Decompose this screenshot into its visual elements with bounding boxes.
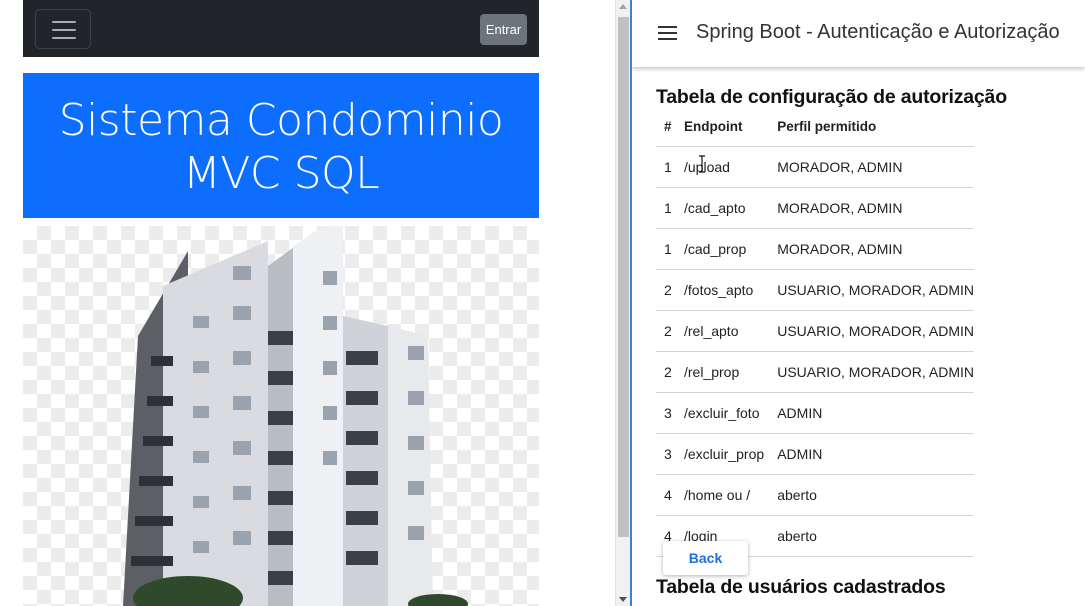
column-header: Endpoint: [676, 108, 770, 147]
table-row: 2/rel_prop USUARIO, MORADOR, ADMIN: [656, 351, 974, 393]
right-app-pane: Spring Boot - Autenticação e Autorização…: [632, 0, 1085, 606]
cell-level: 4: [656, 474, 676, 516]
cell-endpoint: /fotos_apto: [676, 269, 770, 311]
hero-title-line-1: Sistema Condominio: [58, 95, 504, 146]
text-cursor-icon: [699, 155, 705, 173]
app-title: Spring Boot - Autenticação e Autorização: [696, 21, 1060, 43]
cell-endpoint: /cad_apto: [676, 187, 770, 229]
cell-level: 3: [656, 392, 676, 434]
hero-title-line-2: MVC SQL: [182, 148, 380, 199]
table-row: 4/home ou / aberto: [656, 474, 974, 516]
hero-banner: Sistema Condominio MVC SQL: [23, 73, 539, 218]
cell-profile: aberto: [769, 515, 974, 557]
scroll-up-arrow-icon[interactable]: [619, 4, 627, 9]
scroll-down-arrow-icon[interactable]: [619, 597, 627, 602]
cell-endpoint: /cad_prop: [676, 228, 770, 270]
cell-level: 3: [656, 433, 676, 475]
cell-endpoint: /home ou /: [676, 474, 770, 516]
cell-profile: USUARIO, MORADOR, ADMIN: [769, 310, 974, 352]
table-row: 3/excluir_foto ADMIN: [656, 392, 974, 434]
cell-level: 2: [656, 269, 676, 311]
table-header-row: # Endpoint Perfil permitido: [656, 108, 974, 147]
hamburger-icon: [52, 21, 76, 23]
cell-profile: ADMIN: [769, 433, 974, 475]
left-pane-scrollbar[interactable]: [615, 0, 630, 606]
cell-profile: MORADOR, ADMIN: [769, 228, 974, 270]
authorization-table: # Endpoint Perfil permitido 1/upload MORA…: [656, 108, 974, 557]
column-header: #: [656, 108, 676, 147]
cell-profile: aberto: [769, 474, 974, 516]
table-row: 2/rel_apto USUARIO, MORADOR, ADMIN: [656, 310, 974, 352]
scrollbar-thumb[interactable]: [618, 17, 629, 537]
cell-endpoint: /upload: [676, 146, 770, 188]
table-row: 1/cad_prop MORADOR, ADMIN: [656, 228, 974, 270]
top-navbar: Entrar: [23, 0, 539, 57]
cell-profile: ADMIN: [769, 392, 974, 434]
users-table-title: Tabela de usuários cadastrados: [656, 576, 946, 598]
back-button[interactable]: Back: [663, 541, 748, 575]
cell-level: 1: [656, 228, 676, 270]
menu-icon[interactable]: [658, 24, 677, 40]
table-row: 2/fotos_apto USUARIO, MORADOR, ADMIN: [656, 269, 974, 311]
cell-level: 2: [656, 310, 676, 352]
building-illustration: [123, 226, 468, 606]
cell-endpoint: /rel_prop: [676, 351, 770, 393]
cell-endpoint: /excluir_prop: [676, 433, 770, 475]
cell-profile: MORADOR, ADMIN: [769, 146, 974, 188]
cell-level: 2: [656, 351, 676, 393]
table-row: 1/cad_apto MORADOR, ADMIN: [656, 187, 974, 229]
cell-profile: USUARIO, MORADOR, ADMIN: [769, 269, 974, 311]
table-row: 3/excluir_prop ADMIN: [656, 433, 974, 475]
app-bar: Spring Boot - Autenticação e Autorização: [632, 0, 1085, 67]
building-image: [23, 226, 539, 606]
column-header: Perfil permitido: [769, 108, 974, 147]
login-button[interactable]: Entrar: [480, 14, 527, 45]
cell-endpoint: /excluir_foto: [676, 392, 770, 434]
cell-level: 1: [656, 187, 676, 229]
auth-table-title: Tabela de configuração de autorização: [656, 86, 1007, 108]
left-browser-pane: Entrar Sistema Condominio MVC SQL: [0, 0, 615, 606]
cell-profile: MORADOR, ADMIN: [769, 187, 974, 229]
cell-endpoint: /rel_apto: [676, 310, 770, 352]
cell-profile: USUARIO, MORADOR, ADMIN: [769, 351, 974, 393]
navbar-toggle-button[interactable]: [35, 9, 91, 49]
cell-level: 1: [656, 146, 676, 188]
